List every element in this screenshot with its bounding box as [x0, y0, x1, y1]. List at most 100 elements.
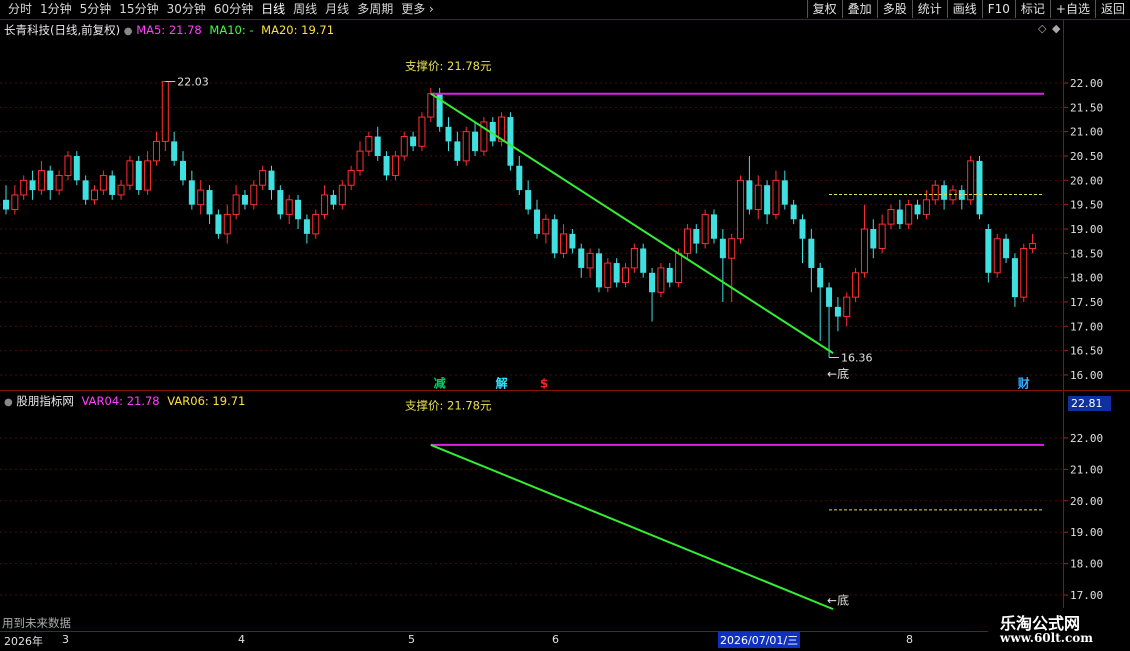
y-tick-label: 20.00: [1070, 495, 1103, 508]
candle-body: [1011, 258, 1018, 298]
candle-body: [941, 185, 948, 200]
support-text: 支撑价: 21.78元: [405, 399, 492, 413]
candle-body: [551, 219, 558, 254]
candle-body: [356, 150, 364, 172]
sub-pane-header: ● 股朋指标网 VAR04: 21.78 VAR06: 19.71: [4, 393, 245, 409]
toolbar-button[interactable]: +自选: [1049, 0, 1095, 18]
candle-body: [374, 136, 381, 156]
candle-body: [683, 228, 691, 254]
y-tick-label: 20.50: [1070, 150, 1103, 163]
y-tick-label: 18.00: [1070, 272, 1103, 285]
candle-body: [870, 229, 877, 249]
candle-body: [852, 272, 860, 298]
period-tab[interactable]: 1分钟: [36, 1, 76, 17]
candle-body: [232, 194, 240, 215]
candle-body: [976, 160, 983, 215]
candle-body: [781, 180, 788, 205]
axis-separator: [1063, 20, 1064, 631]
candle-body: [860, 228, 868, 274]
toolbar-button[interactable]: 标记: [1014, 0, 1050, 18]
candle-body: [171, 141, 178, 161]
toolbar-button[interactable]: 多股: [876, 0, 912, 18]
candle-body: [746, 180, 753, 210]
candle-body: [472, 131, 479, 152]
toolbar-button[interactable]: F10: [981, 0, 1015, 18]
y-tick-label: 21.00: [1070, 463, 1103, 476]
candle-body: [445, 126, 452, 142]
date-axis[interactable]: 2026年 3 4 5 6 2026/07/01/三 8: [0, 631, 1130, 651]
candle-body: [640, 248, 647, 273]
candle-body: [152, 140, 160, 162]
event-marker: $: [540, 376, 548, 390]
period-tabs: 分时 1分钟 5分钟 15分钟 30分钟 60分钟 日线 周线 月线 多周期 更多 ›: [4, 1, 438, 17]
candle-body: [330, 194, 337, 205]
candle-body: [64, 155, 72, 176]
watermark-logo: 乐淘公式网 www.60lt.com: [988, 608, 1130, 650]
candle-body: [613, 263, 620, 283]
candle-body: [109, 175, 116, 195]
candle-body: [383, 156, 390, 176]
event-marker: 减: [434, 375, 446, 390]
candle-body: [985, 229, 992, 273]
candle-body: [630, 247, 638, 269]
period-tab[interactable]: 更多 ›: [397, 1, 438, 17]
y-tick-label: 17.00: [1070, 589, 1103, 602]
candle-body: [516, 165, 523, 191]
period-tab[interactable]: 分时: [4, 1, 36, 17]
candle-body: [277, 190, 284, 215]
candle-body: [693, 229, 700, 244]
candle-body: [711, 214, 717, 239]
y-tick-label: 19.50: [1070, 199, 1103, 212]
kline-chart[interactable]: 22.00 21.50 21.00 20.50 20.00 19.50 19.00 18.50…: [0, 20, 1130, 631]
candle-body: [259, 170, 267, 186]
toolbar-button[interactable]: 返回: [1094, 0, 1130, 18]
candle-body: [701, 213, 709, 245]
month-label: 4: [238, 633, 245, 646]
candle-body: [834, 306, 841, 317]
month-label: 5: [408, 633, 415, 646]
y-tick-label: 19.00: [1070, 526, 1103, 539]
candle-body: [241, 194, 248, 205]
y-tick-label: 18.00: [1070, 558, 1103, 571]
pane-separator[interactable]: [0, 390, 1130, 391]
candle-body: [285, 199, 293, 215]
candle-body: [604, 262, 612, 288]
candle-body: [197, 189, 205, 206]
event-marker: 解: [496, 375, 508, 390]
candle-body: [534, 209, 540, 234]
toolbar-button[interactable]: 画线: [946, 0, 982, 18]
y-tick-label: 22.00: [1070, 432, 1103, 445]
period-tab[interactable]: 周线: [289, 1, 321, 17]
candle-body: [223, 213, 231, 235]
y-tick-label: 21.00: [1070, 126, 1103, 139]
period-tab[interactable]: 15分钟: [115, 1, 162, 17]
candle-body: [578, 248, 585, 268]
period-tab[interactable]: 日线: [257, 1, 289, 17]
candle-body: [462, 131, 470, 162]
toolbar-button[interactable]: 复权: [806, 0, 842, 18]
candle-body: [728, 238, 736, 259]
candle-body: [560, 233, 568, 254]
support-text: 支撑价: 21.78元: [405, 59, 492, 73]
period-tab[interactable]: 5分钟: [76, 1, 116, 17]
low-tag: ←底: [827, 366, 849, 381]
indicator-title[interactable]: 股朋指标网: [16, 394, 74, 408]
candle-body: [817, 267, 824, 288]
candle-body: [410, 136, 417, 147]
var06-label: VAR06: 19.71: [167, 394, 246, 408]
candle-body: [268, 170, 275, 191]
candle-body: [135, 160, 142, 191]
candle-body: [29, 180, 36, 191]
period-tab[interactable]: 月线: [321, 1, 353, 17]
toolbar-button[interactable]: 统计: [911, 0, 947, 18]
candle-body: [338, 184, 346, 206]
candle-body: [826, 287, 833, 307]
candle-body: [657, 267, 665, 293]
toolbar-button[interactable]: 叠加: [841, 0, 877, 18]
candle-body: [595, 253, 602, 288]
period-tab[interactable]: 多周期: [353, 1, 397, 17]
settings-dot-icon[interactable]: ●: [4, 397, 13, 408]
period-tab[interactable]: 30分钟: [163, 1, 210, 17]
candle-body: [843, 296, 851, 318]
period-tab[interactable]: 60分钟: [210, 1, 257, 17]
